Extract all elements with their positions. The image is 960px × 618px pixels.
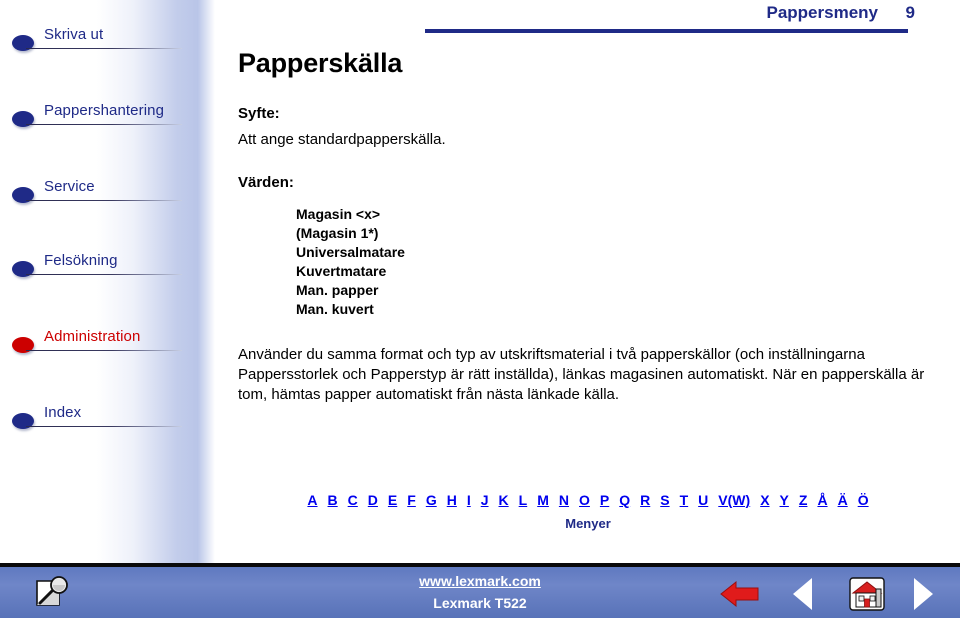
sidebar: Skriva ut Pappershantering Service Felsö… (0, 0, 215, 563)
alpha-link-s[interactable]: S (660, 492, 669, 508)
alphabet-letters: A B C D E F G H I J K L M N O P Q R S T U V(W) X Y Z Å Ä Ö (238, 492, 938, 508)
list-item: Kuvertmatare (296, 263, 387, 279)
alpha-link-g[interactable]: G (426, 492, 437, 508)
alpha-link-m[interactable]: M (537, 492, 549, 508)
printer-model-label: Lexmark T522 (433, 595, 527, 611)
purpose-text: Att ange standardpapperskälla. (238, 131, 446, 148)
alpha-link-aring[interactable]: Å (817, 492, 827, 508)
sidebar-item-label: Felsökning (44, 252, 118, 269)
sidebar-item-rule (26, 124, 182, 125)
list-item: (Magasin 1*) (296, 225, 379, 241)
back-arrow-icon[interactable] (718, 575, 760, 613)
alpha-link-u[interactable]: U (698, 492, 708, 508)
alpha-link-d[interactable]: D (368, 492, 378, 508)
description-paragraph: Använder du samma format och typ av utsk… (238, 346, 925, 403)
footer-bar: www.lexmark.com Lexmark T522 (0, 563, 960, 618)
sidebar-item-rule (26, 200, 182, 201)
next-arrow-icon[interactable] (910, 575, 936, 613)
alpha-link-p[interactable]: P (600, 492, 609, 508)
alpha-link-h[interactable]: H (447, 492, 457, 508)
alpha-link-c[interactable]: C (348, 492, 358, 508)
alpha-link-vw[interactable]: V(W) (718, 492, 750, 508)
alpha-link-a[interactable]: A (307, 492, 317, 508)
page-title: Papperskälla (238, 48, 403, 78)
sidebar-item-rule (26, 48, 182, 49)
sidebar-item-label: Administration (44, 328, 141, 345)
alpha-link-e[interactable]: E (388, 492, 397, 508)
alpha-link-adia[interactable]: Ä (838, 492, 848, 508)
alpha-link-odia[interactable]: Ö (858, 492, 869, 508)
values-heading: Värden: (238, 174, 294, 191)
main-content: Papperskälla Syfte: Att ange standardpap… (238, 48, 938, 405)
purpose-heading: Syfte: (238, 105, 280, 122)
list-item: Magasin <x> (296, 206, 381, 222)
sidebar-item-felsokning[interactable]: Felsökning (0, 252, 200, 286)
values-list: Magasin <x> (Magasin 1*) Universalmatare… (296, 205, 938, 319)
alpha-link-i[interactable]: I (467, 492, 471, 508)
sidebar-item-label: Pappershantering (44, 102, 165, 119)
list-item: Universalmatare (296, 244, 405, 260)
sidebar-item-label: Service (44, 178, 95, 195)
sidebar-item-administration[interactable]: Administration (0, 328, 200, 362)
alphabet-index: A B C D E F G H I J K L M N O P Q R S T U V(W) X Y Z Å Ä Ö Menyer (238, 492, 938, 531)
alphabet-index-caption: Menyer (565, 516, 611, 531)
sidebar-item-rule (26, 350, 182, 351)
alpha-link-l[interactable]: L (519, 492, 528, 508)
alpha-link-z[interactable]: Z (799, 492, 808, 508)
lexmark-website-link[interactable]: www.lexmark.com (0, 573, 960, 589)
sidebar-item-rule (26, 274, 182, 275)
list-item: Man. kuvert (296, 301, 374, 317)
sidebar-item-rule (26, 426, 182, 427)
alpha-link-f[interactable]: F (407, 492, 416, 508)
alpha-link-y[interactable]: Y (780, 492, 789, 508)
alpha-link-o[interactable]: O (579, 492, 590, 508)
prev-arrow-icon[interactable] (790, 575, 816, 613)
sidebar-item-service[interactable]: Service (0, 178, 200, 212)
home-icon[interactable] (848, 575, 886, 613)
alpha-link-q[interactable]: Q (619, 492, 630, 508)
footer-center-block: www.lexmark.com Lexmark T522 (0, 573, 960, 611)
header-section-title: Pappersmeny (766, 3, 879, 22)
header-page-number: 9 (905, 3, 915, 22)
alpha-link-n[interactable]: N (559, 492, 569, 508)
alpha-link-j[interactable]: J (481, 492, 489, 508)
list-item: Man. papper (296, 282, 379, 298)
page-header: Pappersmeny 9 (0, 0, 960, 40)
alpha-link-t[interactable]: T (680, 492, 689, 508)
alpha-link-b[interactable]: B (328, 492, 338, 508)
sidebar-item-pappershantering[interactable]: Pappershantering (0, 102, 200, 136)
sidebar-item-index[interactable]: Index (0, 404, 200, 438)
header-divider (425, 29, 908, 33)
alpha-link-k[interactable]: K (499, 492, 509, 508)
sidebar-item-label: Index (44, 404, 82, 421)
alpha-link-r[interactable]: R (640, 492, 650, 508)
alpha-link-x[interactable]: X (760, 492, 769, 508)
